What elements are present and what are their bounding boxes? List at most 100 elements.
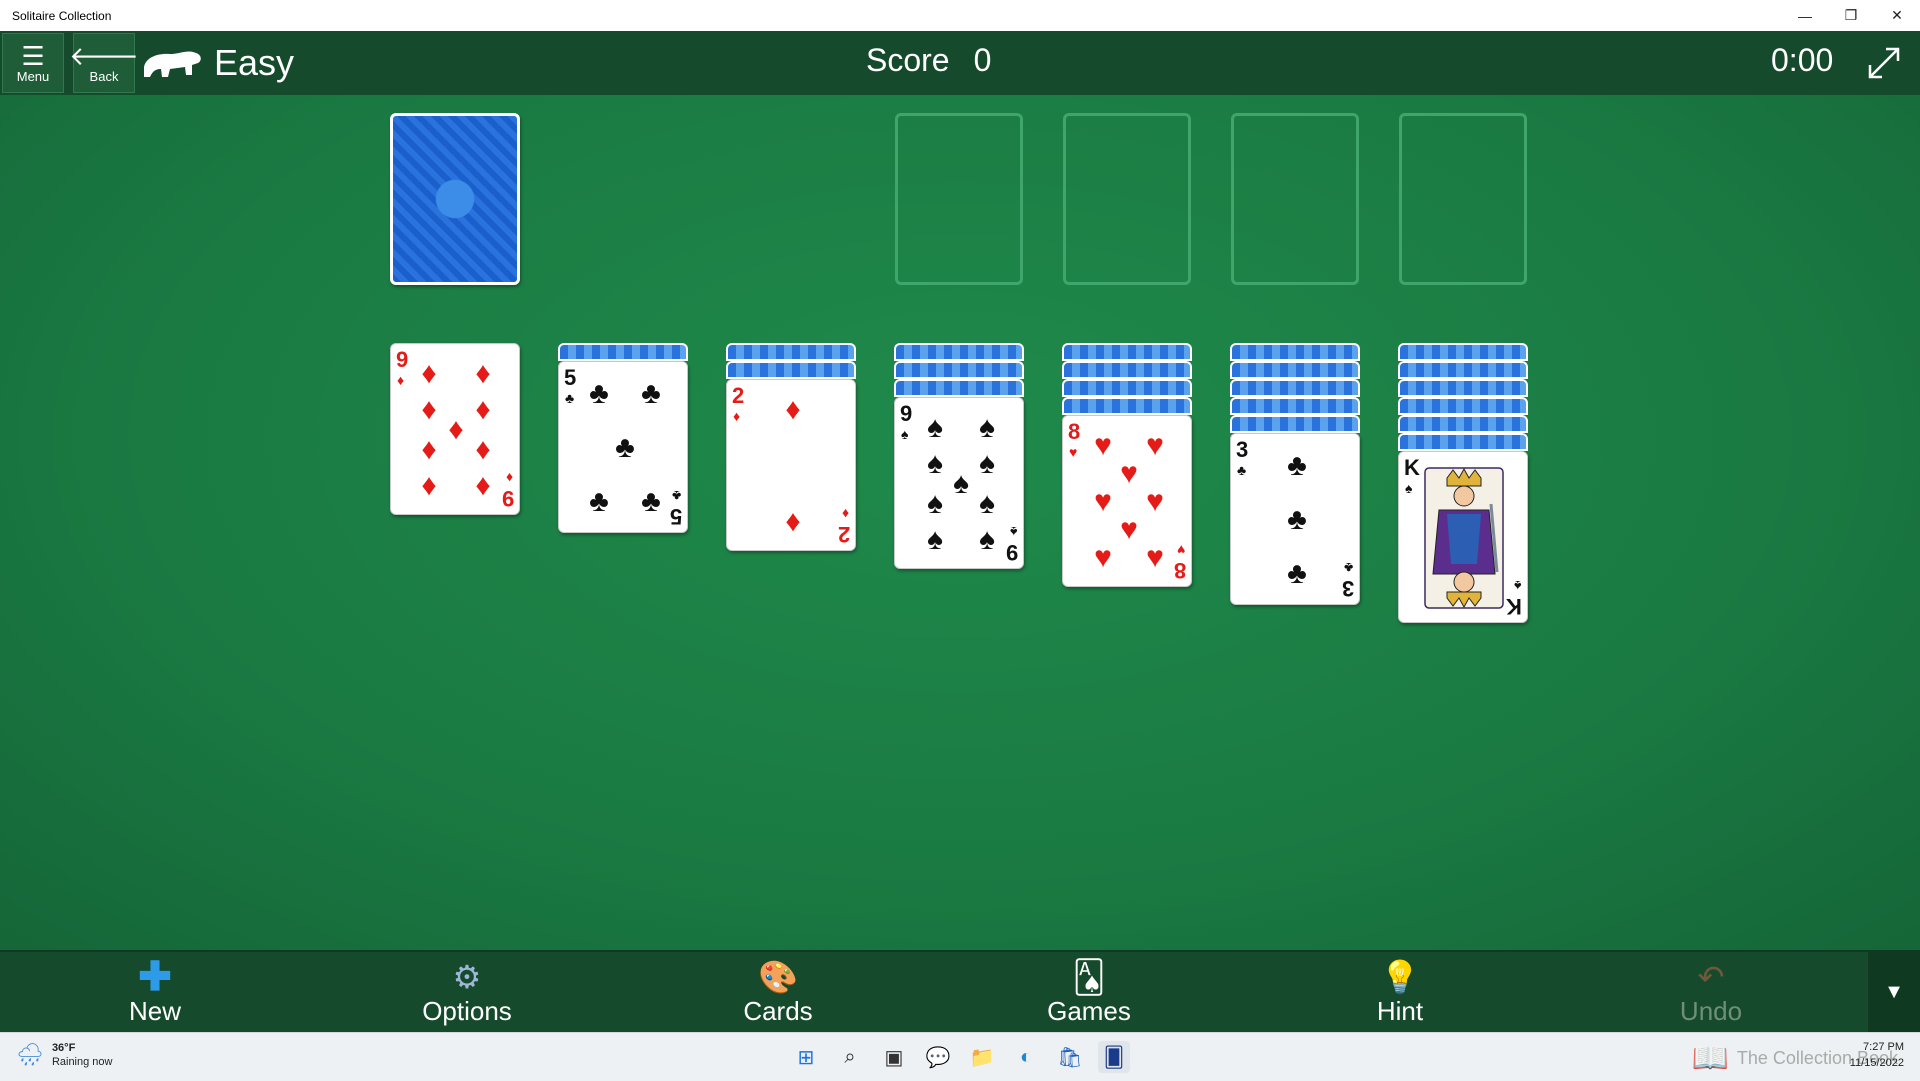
- club-icon: ♣: [589, 485, 609, 518]
- undo-button[interactable]: ↶ Undo: [1636, 958, 1786, 1030]
- card-8-hearts[interactable]: 8 ♥ ♥ ♥ ♥ ♥ ♥ ♥ ♥ ♥ 8 ♥: [1062, 415, 1192, 587]
- face-down-card: [894, 343, 1024, 361]
- face-down-card: [1062, 379, 1192, 397]
- foundation-slot-1[interactable]: [895, 113, 1023, 285]
- face-down-card: [1062, 361, 1192, 379]
- hint-label: Hint: [1376, 996, 1424, 1026]
- face-down-card: [1398, 343, 1528, 361]
- chevron-down-icon: ▼: [1884, 980, 1904, 1003]
- card-rank: K: [1506, 594, 1522, 619]
- options-label: Options: [422, 996, 512, 1026]
- diamond-icon: ♦: [785, 505, 801, 538]
- card-2-diamonds[interactable]: 2 ♦ ♦ ♦ 2 ♦: [726, 379, 856, 551]
- playing-cards-icon: 🂡: [1072, 959, 1106, 995]
- heart-icon: ♥: [1094, 541, 1112, 574]
- club-icon: ♣: [641, 377, 661, 410]
- expand-appbar-button[interactable]: ▼: [1868, 952, 1920, 1032]
- minimize-button[interactable]: —: [1782, 0, 1828, 31]
- diamond-icon: ♦: [448, 413, 464, 446]
- king-portrait-icon: [1424, 467, 1504, 609]
- card-rank: 2: [732, 383, 745, 408]
- spade-icon: ♠: [927, 523, 943, 556]
- face-down-card: [1230, 361, 1360, 379]
- spade-icon: ♠: [1513, 578, 1521, 594]
- store-icon[interactable]: 🛍: [1054, 1041, 1086, 1073]
- card-rank: 3: [1236, 437, 1249, 462]
- edge-browser-icon[interactable]: ◐: [1010, 1041, 1042, 1073]
- clock-date: 11/15/2022: [1849, 1057, 1904, 1069]
- spade-icon: ♠: [979, 411, 995, 444]
- game-header: ☰ Menu 🡐 Back Easy Score 0 0:00: [0, 31, 1920, 95]
- cards-button[interactable]: 🎨 Cards: [703, 958, 853, 1030]
- title-bar: Solitaire Collection — ❐ ✕: [0, 0, 1920, 31]
- diamond-icon: ♦: [475, 357, 491, 390]
- palette-icon: 🎨: [758, 959, 798, 995]
- foundation-slot-3[interactable]: [1231, 113, 1359, 285]
- solitaire-app-icon[interactable]: 🂠: [1098, 1041, 1130, 1073]
- face-down-card: [558, 343, 688, 361]
- clock-time: 7:27 PM: [1863, 1041, 1904, 1053]
- heart-icon: ♥: [1120, 457, 1138, 490]
- face-down-card: [1230, 343, 1360, 361]
- book-icon: 📖: [1691, 1042, 1729, 1075]
- clock[interactable]: 7:27 PM 11/15/2022: [1850, 1039, 1904, 1071]
- plus-icon: ✚: [138, 955, 172, 999]
- new-game-button[interactable]: ✚ New: [80, 955, 230, 1030]
- diamond-icon: ♦: [733, 408, 741, 424]
- face-down-card: [1398, 397, 1528, 415]
- face-down-card: [1398, 415, 1528, 433]
- rain-cloud-icon: 🌧: [16, 1042, 44, 1067]
- restore-button[interactable]: ❐: [1828, 0, 1874, 31]
- face-down-card: [726, 361, 856, 379]
- card-9-spades[interactable]: 9 ♠ ♠ ♠ ♠ ♠ ♠ ♠ ♠ ♠ ♠ 9 ♠: [894, 397, 1024, 569]
- window-title: Solitaire Collection: [12, 8, 112, 23]
- window-controls: — ❐ ✕: [1782, 0, 1920, 31]
- games-button[interactable]: 🂡 Games: [1014, 958, 1164, 1030]
- spade-icon: ♠: [1405, 480, 1413, 496]
- foundation-slot-2[interactable]: [1063, 113, 1191, 285]
- file-explorer-icon[interactable]: 📁: [966, 1041, 998, 1073]
- diamond-icon: ♦: [421, 469, 437, 502]
- hint-button[interactable]: 💡 Hint: [1325, 958, 1475, 1030]
- card-king-spades[interactable]: K ♠ K ♠: [1398, 451, 1528, 623]
- foundation-slot-4[interactable]: [1399, 113, 1527, 285]
- games-label: Games: [1047, 996, 1131, 1026]
- new-label: New: [128, 996, 181, 1026]
- spade-icon: ♠: [927, 447, 943, 480]
- face-down-card: [726, 343, 856, 361]
- menu-button[interactable]: ☰ Menu: [2, 33, 64, 93]
- spade-icon: ♠: [927, 487, 943, 520]
- card-rank: 5: [669, 504, 682, 529]
- undo-arrow-icon: ↶: [1697, 959, 1725, 995]
- card-3-clubs[interactable]: 3 ♣ ♣ ♣ ♣ 3 ♣: [1230, 433, 1360, 605]
- stock-pile[interactable]: [390, 113, 520, 285]
- polar-bear-icon: [144, 51, 201, 77]
- face-down-card: [1398, 433, 1528, 451]
- spade-icon: ♠: [1009, 524, 1017, 540]
- heart-icon: ♥: [1146, 485, 1164, 518]
- club-icon: ♣: [615, 431, 635, 464]
- close-button[interactable]: ✕: [1874, 0, 1920, 31]
- weather-widget[interactable]: 🌧 36°F Raining now: [16, 1041, 112, 1069]
- card-5-clubs[interactable]: 5 ♣ ♣ ♣ ♣ ♣ ♣ 5 ♣: [558, 361, 688, 533]
- task-view-icon[interactable]: ▣: [878, 1041, 910, 1073]
- score-value: 0: [973, 42, 992, 78]
- diamond-icon: ♦: [397, 372, 405, 388]
- fullscreen-icon[interactable]: [1866, 45, 1902, 81]
- card-rank: 2: [837, 522, 850, 547]
- card-rank: 9: [1005, 540, 1018, 565]
- search-icon[interactable]: ⌕: [834, 1041, 866, 1073]
- club-icon: ♣: [565, 390, 575, 406]
- card-rank: 9: [396, 347, 409, 372]
- lightbulb-icon: 💡: [1380, 959, 1420, 995]
- windows-start-icon[interactable]: ⊞: [790, 1041, 822, 1073]
- back-button[interactable]: 🡐 Back: [69, 33, 139, 93]
- club-icon: ♣: [589, 377, 609, 410]
- score-display: Score 0: [866, 42, 991, 79]
- hamburger-icon: ☰: [21, 40, 45, 71]
- heart-icon: ♥: [1146, 429, 1164, 462]
- options-button[interactable]: ⚙ Options: [392, 958, 542, 1030]
- weather-desc: Raining now: [51, 1056, 113, 1068]
- chat-icon[interactable]: 💬: [922, 1041, 954, 1073]
- card-9-diamonds[interactable]: 9 ♦ ♦ ♦ ♦ ♦ ♦ ♦ ♦ ♦ ♦ 9 ♦: [390, 343, 520, 515]
